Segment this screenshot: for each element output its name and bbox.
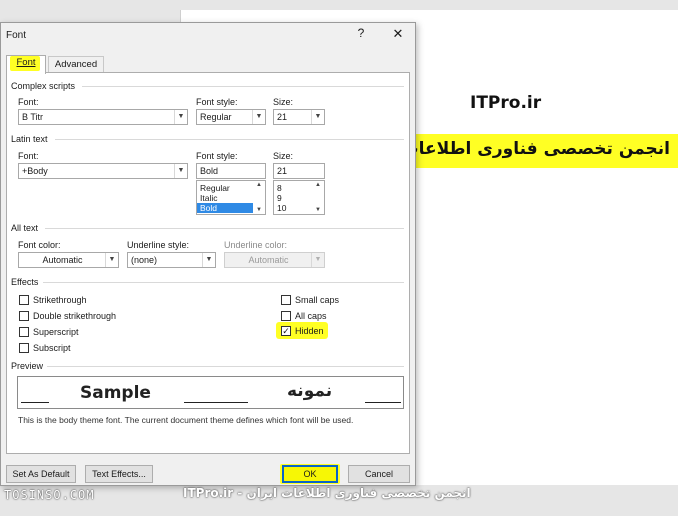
preview-heading: Preview bbox=[11, 361, 44, 371]
checkmark-icon: ✓ bbox=[282, 326, 290, 336]
latin-style-list[interactable]: Regular Italic Bold ▲ ▼ bbox=[196, 180, 266, 215]
text-effects-button[interactable]: Text Effects... bbox=[85, 465, 153, 483]
complex-size-combo[interactable]: 21 ▼ bbox=[273, 109, 325, 125]
scrollbar[interactable]: ▲ ▼ bbox=[253, 181, 265, 214]
scrollbar[interactable]: ▲ ▼ bbox=[312, 181, 324, 214]
chevron-down-icon[interactable]: ▼ bbox=[252, 110, 265, 124]
underline-style-combo[interactable]: (none) ▼ bbox=[127, 252, 216, 268]
preview-underscore bbox=[21, 402, 49, 403]
tab-font-label: Font bbox=[16, 57, 36, 68]
chevron-down-icon[interactable]: ▼ bbox=[202, 253, 215, 267]
complex-font-value: B Titr bbox=[22, 112, 44, 122]
latin-style-input[interactable]: Bold bbox=[196, 163, 266, 179]
close-icon[interactable]: ✕ bbox=[390, 26, 406, 42]
complex-style-combo[interactable]: Regular ▼ bbox=[196, 109, 266, 125]
complex-size-value: 21 bbox=[277, 112, 288, 122]
scroll-up-icon[interactable]: ▲ bbox=[253, 182, 265, 188]
preview-underscore bbox=[184, 402, 248, 403]
underline-color-value: Automatic bbox=[248, 255, 289, 265]
chevron-down-icon[interactable]: ▼ bbox=[311, 110, 324, 124]
small-caps-label[interactable]: Small caps bbox=[295, 295, 339, 305]
list-item-selected[interactable]: Bold bbox=[197, 203, 253, 213]
cancel-button[interactable]: Cancel bbox=[348, 465, 410, 483]
scroll-down-icon[interactable]: ▼ bbox=[312, 207, 324, 213]
latin-size-label: Size: bbox=[273, 151, 294, 161]
complex-size-label: Size: bbox=[273, 97, 294, 107]
watermark-right: انجمن تخصصی فناوری اطلاعات ایران - ITPro… bbox=[183, 486, 471, 500]
all-caps-label[interactable]: All caps bbox=[295, 311, 327, 321]
complex-style-label: Font style: bbox=[196, 97, 238, 107]
effects-heading: Effects bbox=[11, 277, 39, 287]
latin-size-input[interactable]: 21 bbox=[273, 163, 325, 179]
chevron-down-icon[interactable]: ▼ bbox=[174, 110, 187, 124]
hidden-checkbox[interactable]: ✓ bbox=[281, 326, 291, 336]
tab-advanced[interactable]: Advanced bbox=[48, 56, 104, 73]
preview-underscore bbox=[365, 402, 401, 403]
subscript-checkbox[interactable] bbox=[19, 343, 29, 353]
complex-style-value: Regular bbox=[200, 112, 232, 122]
preview-note: This is the body theme font. The current… bbox=[18, 415, 354, 425]
superscript-label[interactable]: Superscript bbox=[33, 327, 79, 337]
superscript-checkbox[interactable] bbox=[19, 327, 29, 337]
complex-font-label: Font: bbox=[18, 97, 39, 107]
font-color-combo[interactable]: Automatic ▼ bbox=[18, 252, 119, 268]
chevron-down-icon[interactable]: ▼ bbox=[174, 164, 187, 178]
subscript-label[interactable]: Subscript bbox=[33, 343, 71, 353]
latin-font-combo[interactable]: +Body ▼ bbox=[18, 163, 188, 179]
scroll-down-icon[interactable]: ▼ bbox=[253, 207, 265, 213]
section-divider bbox=[82, 86, 404, 87]
preview-sample-latin: Sample bbox=[80, 383, 151, 403]
font-color-label: Font color: bbox=[18, 240, 61, 250]
underline-color-label: Underline color: bbox=[224, 240, 288, 250]
font-color-value: Automatic bbox=[42, 255, 83, 265]
section-divider bbox=[55, 139, 404, 140]
complex-scripts-heading: Complex scripts bbox=[11, 81, 76, 91]
section-divider bbox=[47, 366, 404, 367]
watermark-left: TOSINSO.COM bbox=[4, 488, 95, 502]
dialog-title: Font bbox=[6, 30, 27, 41]
double-strikethrough-checkbox[interactable] bbox=[19, 311, 29, 321]
latin-style-label: Font style: bbox=[196, 151, 238, 161]
document-banner-text: انجمن تخصصی فناوری اطلاعات bbox=[414, 139, 670, 159]
latin-font-value: +Body bbox=[22, 166, 48, 176]
complex-font-combo[interactable]: B Titr ▼ bbox=[18, 109, 188, 125]
latin-size-list[interactable]: 8 9 10 ▲ ▼ bbox=[273, 180, 325, 215]
preview-sample-complex: نمونه bbox=[287, 381, 333, 401]
latin-font-label: Font: bbox=[18, 151, 39, 161]
strikethrough-checkbox[interactable] bbox=[19, 295, 29, 305]
underline-color-combo[interactable]: Automatic ▼ bbox=[224, 252, 325, 268]
ok-button[interactable]: OK bbox=[282, 465, 338, 483]
underline-style-label: Underline style: bbox=[127, 240, 190, 250]
preview-box bbox=[17, 376, 404, 409]
set-as-default-button[interactable]: Set As Default bbox=[6, 465, 76, 483]
scroll-up-icon[interactable]: ▲ bbox=[312, 182, 324, 188]
section-divider bbox=[45, 228, 404, 229]
help-button[interactable]: ? bbox=[352, 26, 370, 42]
all-caps-checkbox[interactable] bbox=[281, 311, 291, 321]
double-strikethrough-label[interactable]: Double strikethrough bbox=[33, 311, 116, 321]
underline-style-value: (none) bbox=[131, 255, 158, 265]
latin-text-heading: Latin text bbox=[11, 134, 48, 144]
section-divider bbox=[43, 282, 404, 283]
small-caps-checkbox[interactable] bbox=[281, 295, 291, 305]
chevron-down-icon[interactable]: ▼ bbox=[105, 253, 118, 267]
strikethrough-label[interactable]: Strikethrough bbox=[33, 295, 87, 305]
all-text-heading: All text bbox=[11, 223, 39, 233]
document-title: ITPro.ir bbox=[470, 93, 542, 113]
chevron-down-icon: ▼ bbox=[311, 253, 324, 267]
hidden-label[interactable]: Hidden bbox=[295, 326, 324, 336]
